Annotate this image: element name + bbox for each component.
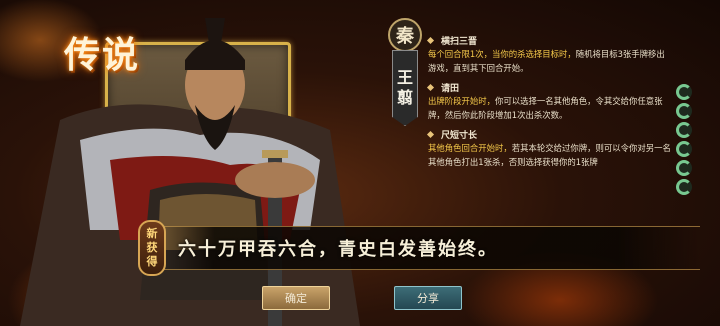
confirm-button[interactable]: 确定 (262, 286, 330, 310)
skill-trigger-text: 出牌阶段开始时， (428, 96, 495, 106)
skill-item: 请田 出牌阶段开始时，你可以选择一名其他角色，令其交给你任意张牌，然后你此阶段增… (424, 81, 672, 122)
skill-description: 出牌阶段开始时，你可以选择一名其他角色，令其交给你任意张牌，然后你此阶段增加1次… (428, 94, 672, 122)
diamond-icon (426, 36, 435, 45)
faction-badge: 秦 (388, 18, 422, 52)
scale-icon (676, 160, 692, 176)
skill-description: 每个回合限1次，当你的杀选择目标时，随机将目标3张手牌移出游戏，直到其下回合开始… (428, 47, 672, 75)
skill-item: 尺短寸长 其他角色回合开始时，若其本轮交给过你牌，则可以令你对另一名其他角色打出… (424, 128, 672, 169)
skill-name: 请田 (441, 84, 460, 94)
badge-char: 新 (146, 227, 158, 240)
skill-trigger-text: 其他角色回合开始时， (428, 143, 512, 153)
rarity-scale-column (676, 84, 698, 198)
skill-item: 横扫三晋 每个回合限1次，当你的杀选择目标时，随机将目标3张手牌移出游戏，直到其… (424, 34, 672, 75)
scale-icon (676, 179, 692, 195)
new-acquired-badge: 新 获 得 (138, 220, 166, 276)
share-button[interactable]: 分享 (394, 286, 462, 310)
general-portrait (20, 18, 360, 326)
general-name-banner: 王 翦 (392, 50, 418, 126)
badge-char: 获 (146, 241, 158, 254)
skill-description: 其他角色回合开始时，若其本轮交给过你牌，则可以令你对另一名其他角色打出1张杀，否… (428, 141, 672, 169)
quote-banner: 六十万甲吞六合，青史白发善始终。 (160, 226, 700, 270)
badge-char: 得 (146, 255, 158, 268)
scale-icon (676, 84, 692, 100)
skill-name: 横扫三晋 (441, 37, 478, 47)
legend-title: 传说 (64, 34, 141, 76)
general-name-char: 翦 (396, 88, 413, 107)
legend-general-reveal-screen: 传说 秦 王 翦 横扫三晋 每个回合限1次，当你的杀选择目标时，随机将目标3张手… (0, 0, 720, 326)
diamond-icon (426, 83, 435, 92)
skill-panel: 横扫三晋 每个回合限1次，当你的杀选择目标时，随机将目标3张手牌移出游戏，直到其… (424, 34, 672, 180)
skill-name: 尺短寸长 (441, 131, 478, 141)
skill-trigger-text: 每个回合限1次，当你的杀选择目标时， (428, 49, 576, 59)
general-name-char: 王 (396, 68, 413, 87)
general-quote: 六十万甲吞六合，青史白发善始终。 (178, 239, 498, 260)
scale-icon (676, 141, 692, 157)
scale-icon (676, 122, 692, 138)
diamond-icon (426, 130, 435, 139)
scale-icon (676, 103, 692, 119)
